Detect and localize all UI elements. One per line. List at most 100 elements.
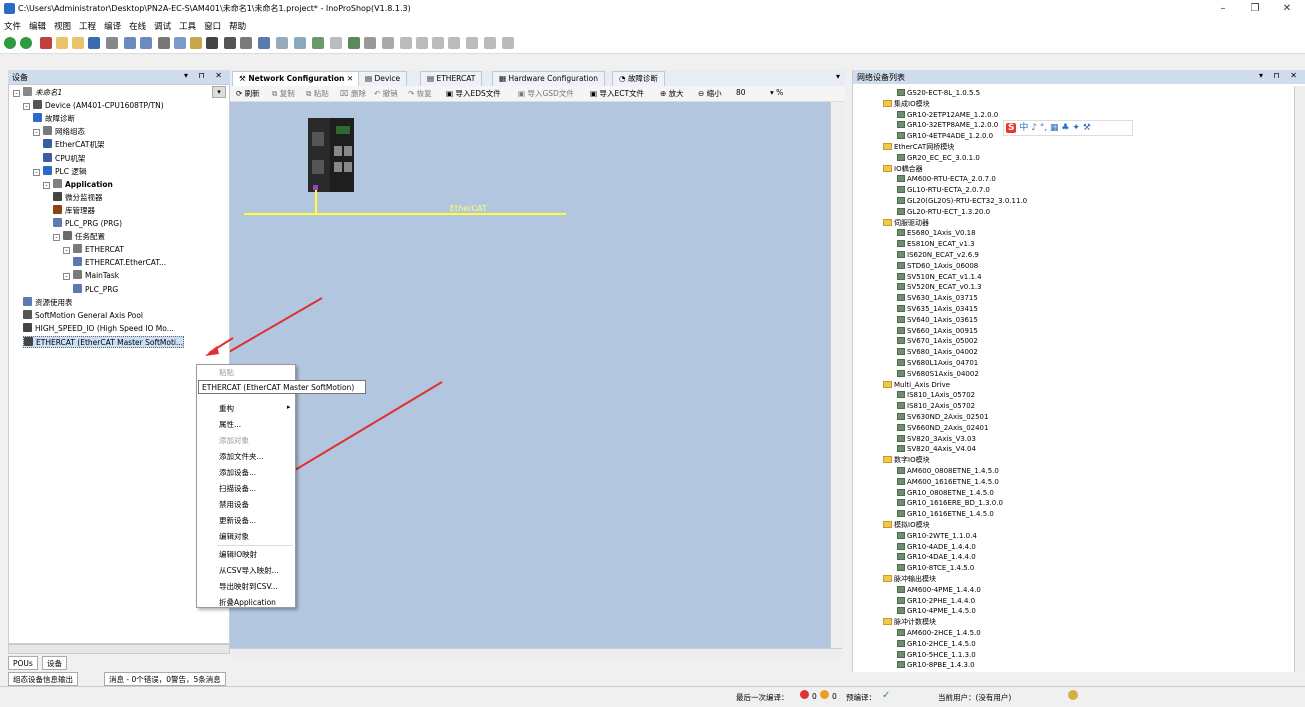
catalog-device[interactable]: AM600-4PME_1.4.4.0 (897, 585, 981, 595)
step-over-icon[interactable] (400, 37, 412, 49)
catalog-device[interactable]: SV635_1Axis_03415 (897, 304, 978, 314)
force-icon[interactable] (466, 37, 478, 49)
catalog-device[interactable]: SV510N_ECAT_v1.1.4 (897, 272, 982, 282)
context-menu-item[interactable]: 导出映射到CSV... (219, 581, 278, 592)
zoom-in-button[interactable]: ⊕ 放大 (660, 88, 684, 99)
catalog-device[interactable]: GR10_0808ETNE_1.4.5.0 (897, 488, 994, 498)
tab-network-configuration[interactable]: ⚒ Network Configuration ✕ (232, 71, 361, 86)
menu-view[interactable]: 视图 (50, 18, 75, 34)
zoom-out-button[interactable]: ⊖ 缩小 (698, 88, 722, 99)
expand-toggle-icon[interactable]: - (23, 103, 30, 111)
context-menu-item[interactable]: 折叠Application (219, 597, 276, 608)
tree-node[interactable]: 资源使用表 (23, 296, 73, 309)
catalog-folder[interactable]: Multi_Axis Drive (883, 380, 950, 390)
catalog-device[interactable]: GR10-4DAE_1.4.4.0 (897, 552, 976, 562)
catalog-device[interactable]: AM600-2HCE_1.4.5.0 (897, 628, 981, 638)
catalog-device[interactable]: SV680L1Axis_04701 (897, 358, 978, 368)
tree-node[interactable]: - Device (AM401-CPU1608TP/TN) (23, 100, 164, 112)
expand-toggle-icon[interactable]: - (33, 129, 40, 137)
menu-debug[interactable]: 调试 (150, 18, 175, 34)
context-menu-item[interactable]: 添加文件夹... (219, 451, 264, 462)
menu-edit[interactable]: 编辑 (25, 18, 50, 34)
catalog-device[interactable]: GL20(GL20S)-RTU-ECT32_3.0.11.0 (897, 196, 1027, 206)
refresh-button[interactable]: ⟳ 刷新 (236, 88, 260, 99)
tab-device[interactable]: ▤ Device (358, 71, 408, 86)
breakpoint-icon[interactable] (448, 37, 460, 49)
catalog-device[interactable]: GR10-2PHE_1.4.4.0 (897, 596, 975, 606)
back-icon[interactable] (4, 37, 16, 49)
step-into-icon[interactable] (416, 37, 428, 49)
tree-node[interactable]: 微分监视器 (53, 191, 103, 204)
catalog-folder[interactable]: 脉冲输出模块 (883, 574, 936, 584)
restore-button[interactable]: ❐ (1239, 0, 1271, 18)
canvas-hscrollbar[interactable] (230, 648, 842, 660)
catalog-device[interactable]: IS620N_ECAT_v2.6.9 (897, 250, 979, 260)
catalog-device[interactable]: SV680S1Axis_04002 (897, 369, 979, 379)
copy-button[interactable]: ⧉ 复制 (272, 88, 295, 99)
context-menu-item[interactable]: 禁用设备 (219, 499, 249, 510)
catalog-device[interactable]: GL10-RTU-ECTA_2.0.7.0 (897, 185, 990, 195)
catalog-device[interactable]: SV630ND_2Axis_02501 (897, 412, 988, 422)
context-menu-item[interactable]: 编辑IO映射 (219, 549, 257, 560)
catalog-device[interactable]: SV820_4Axis_V4.04 (897, 444, 976, 454)
tree-node[interactable]: 故障诊断 (33, 113, 75, 125)
tab-pous[interactable]: POUs (8, 656, 38, 670)
catalog-device[interactable]: ES810N_ECAT_v1.3 (897, 239, 975, 249)
tab-messages[interactable]: 消息 - 0个错误，0警告，5条消息 (104, 672, 226, 686)
print-icon[interactable] (106, 37, 118, 49)
tree-node[interactable]: - Application (43, 178, 113, 191)
catalog-device[interactable]: SV520N_ECAT_v0.1.3 (897, 282, 982, 292)
catalog-device[interactable]: GR10_1616ETNE_1.4.5.0 (897, 509, 994, 519)
context-menu-item[interactable]: 添加设备... (219, 467, 256, 478)
add-object-icon[interactable] (276, 37, 288, 49)
menu-online[interactable]: 在线 (125, 18, 150, 34)
add-device-icon[interactable] (294, 37, 306, 49)
catalog-device[interactable]: GL20-RTU-ECT_1.3.20.0 (897, 207, 990, 217)
find-icon[interactable] (224, 37, 236, 49)
reset-icon[interactable] (382, 37, 394, 49)
catalog-device[interactable]: SV660_1Axis_00915 (897, 326, 978, 336)
tab-ethercat[interactable]: ▤ ETHERCAT (420, 71, 483, 86)
forward-icon[interactable] (20, 37, 32, 49)
catalog-device[interactable]: GR10-5HCE_1.1.3.0 (897, 650, 976, 660)
catalog-device[interactable]: STD60_1Axis_06008 (897, 261, 978, 271)
catalog-device[interactable]: IS810_2Axis_05702 (897, 401, 975, 411)
error-count[interactable]: 0 (812, 692, 817, 701)
step-out-icon[interactable] (432, 37, 444, 49)
catalog-device[interactable]: AM600-RTU-ECTA_2.0.7.0 (897, 174, 996, 184)
catalog-folder[interactable]: IO耦合器 (883, 164, 923, 174)
catalog-vscrollbar[interactable] (1294, 86, 1305, 672)
catalog-device[interactable]: GR10-4ETP4ADE_1.2.0.0 (897, 131, 993, 141)
tree-node[interactable]: SoftMotion General Axis Pool (23, 309, 143, 322)
catalog-folder[interactable]: 脉冲计数模块 (883, 617, 936, 627)
open-icon[interactable] (56, 37, 68, 49)
tree-node[interactable]: 库管理器 (53, 204, 95, 217)
minimize-button[interactable]: – (1207, 0, 1239, 18)
expand-toggle-icon[interactable]: - (33, 168, 40, 176)
tab-device-output[interactable]: 组态设备信息输出 (8, 672, 78, 686)
catalog-device[interactable]: SV630_1Axis_03715 (897, 293, 978, 303)
menu-tools[interactable]: 工具 (175, 18, 200, 34)
catalog-device[interactable]: IS810_1Axis_05702 (897, 390, 975, 400)
catalog-device[interactable]: SV680_1Axis_04002 (897, 347, 978, 357)
import-ect-button[interactable]: ▣ 导入ECT文件 (590, 88, 644, 99)
import-eds-button[interactable]: ▣ 导入EDS文件 (446, 88, 501, 99)
panel-controls[interactable]: ▾ ⊓ ✕ (1259, 71, 1301, 80)
monitor-icon[interactable] (502, 37, 514, 49)
ime-toolbar[interactable]: S 中 ♪ °, ▦ ♣ ✦ ⚒ (1003, 120, 1133, 136)
open-folder-icon[interactable] (72, 37, 84, 49)
menu-window[interactable]: 窗口 (200, 18, 225, 34)
expand-toggle-icon[interactable]: - (53, 234, 60, 242)
catalog-folder[interactable]: 数字IO模块 (883, 455, 930, 465)
copy-icon[interactable] (174, 37, 186, 49)
tree-node[interactable]: - 任务配置 (53, 231, 105, 243)
close-button[interactable]: ✕ (1271, 0, 1303, 18)
context-menu-item[interactable]: 从CSV导入映射... (219, 565, 279, 576)
catalog-device[interactable]: GR10-2ETP12AME_1.2.0.0 (897, 110, 998, 120)
tree-node[interactable]: ETHERCAT.EtherCAT... (73, 257, 166, 269)
catalog-device[interactable]: GR10-4ADE_1.4.4.0 (897, 542, 976, 552)
catalog-device[interactable]: ES680_1Axis_V0.18 (897, 228, 976, 238)
expand-toggle-icon[interactable]: - (63, 247, 70, 255)
catalog-device[interactable]: AM600_0808ETNE_1.4.5.0 (897, 466, 999, 476)
menu-build[interactable]: 编译 (100, 18, 125, 34)
